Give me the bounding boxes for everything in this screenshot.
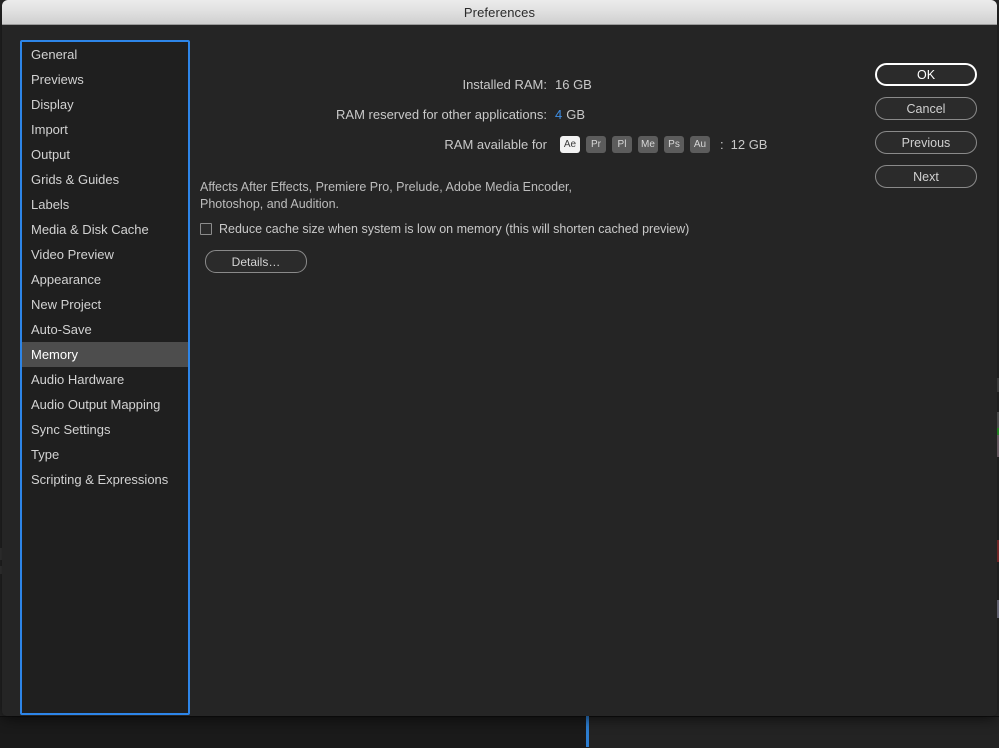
after-effects-icon[interactable]: Ae [560, 135, 580, 153]
cancel-button[interactable]: Cancel [875, 97, 977, 120]
sidebar-item-output[interactable]: Output [22, 142, 188, 167]
affects-description: Affects After Effects, Premiere Pro, Pre… [200, 180, 572, 211]
dialog-action-buttons: OK Cancel Previous Next [875, 63, 977, 199]
dialog-titlebar: Preferences [2, 0, 997, 25]
installed-ram-value: 16 GB [555, 76, 592, 92]
sidebar-item-media-disk-cache[interactable]: Media & Disk Cache [22, 217, 188, 242]
sidebar-item-previews[interactable]: Previews [22, 67, 188, 92]
sidebar-item-audio-hardware[interactable]: Audio Hardware [22, 367, 188, 392]
background-bottom-left-panel [0, 716, 586, 748]
media-encoder-icon[interactable]: Me [638, 135, 658, 153]
sidebar-item-general[interactable]: General [22, 42, 188, 67]
available-ram-row: RAM available for Ae Pr Pl Me Ps Au : 12 GB [200, 133, 860, 155]
reduce-cache-checkbox[interactable] [200, 223, 212, 235]
ok-button[interactable]: OK [875, 63, 977, 86]
sidebar-item-video-preview[interactable]: Video Preview [22, 242, 188, 267]
photoshop-icon[interactable]: Ps [664, 135, 684, 153]
sidebar-item-display[interactable]: Display [22, 92, 188, 117]
premiere-pro-icon[interactable]: Pr [586, 135, 606, 153]
reserved-ram-unit: GB [566, 106, 586, 122]
details-button[interactable]: Details… [205, 250, 307, 273]
sidebar-item-import[interactable]: Import [22, 117, 188, 142]
prelude-icon[interactable]: Pl [612, 135, 632, 153]
sidebar-item-grids-guides[interactable]: Grids & Guides [22, 167, 188, 192]
dialog-body: General Previews Display Import Output Grids … [2, 25, 997, 716]
sidebar-item-auto-save[interactable]: Auto-Save [22, 317, 188, 342]
sidebar-item-type[interactable]: Type [22, 442, 188, 467]
memory-settings-pane: Installed RAM: 16 GB RAM reserved for ot… [200, 40, 860, 273]
sidebar-item-memory[interactable]: Memory [22, 342, 188, 367]
background-bottom-right-panel [589, 716, 999, 748]
available-ram-label: RAM available for [444, 136, 547, 152]
available-ram-separator: : [720, 136, 724, 152]
reduce-cache-checkbox-row[interactable]: Reduce cache size when system is low on … [200, 222, 860, 236]
reserved-ram-value-input[interactable]: 4 [555, 107, 562, 122]
sidebar-item-sync-settings[interactable]: Sync Settings [22, 417, 188, 442]
reserved-ram-row: RAM reserved for other applications: 4 G… [200, 103, 860, 125]
sidebar-item-scripting-expressions[interactable]: Scripting & Expressions [22, 467, 188, 492]
available-ram-value: 12 GB [730, 136, 768, 152]
sidebar-item-new-project[interactable]: New Project [22, 292, 188, 317]
sidebar-item-audio-output-mapping[interactable]: Audio Output Mapping [22, 392, 188, 417]
next-button[interactable]: Next [875, 165, 977, 188]
previous-button[interactable]: Previous [875, 131, 977, 154]
preferences-dialog: Preferences General Previews Display Import… [2, 0, 997, 716]
category-sidebar[interactable]: General Previews Display Import Output Grids … [20, 40, 190, 715]
sidebar-item-labels[interactable]: Labels [22, 192, 188, 217]
dialog-title: Preferences [463, 4, 536, 20]
installed-ram-label: Installed RAM: [462, 76, 547, 92]
application-icon-list: Ae Pr Pl Me Ps Au [560, 135, 710, 153]
reserved-ram-label: RAM reserved for other applications: [336, 106, 547, 122]
installed-ram-row: Installed RAM: 16 GB [200, 73, 860, 95]
audition-icon[interactable]: Au [690, 135, 710, 153]
reduce-cache-label: Reduce cache size when system is low on … [219, 222, 690, 236]
sidebar-item-appearance[interactable]: Appearance [22, 267, 188, 292]
